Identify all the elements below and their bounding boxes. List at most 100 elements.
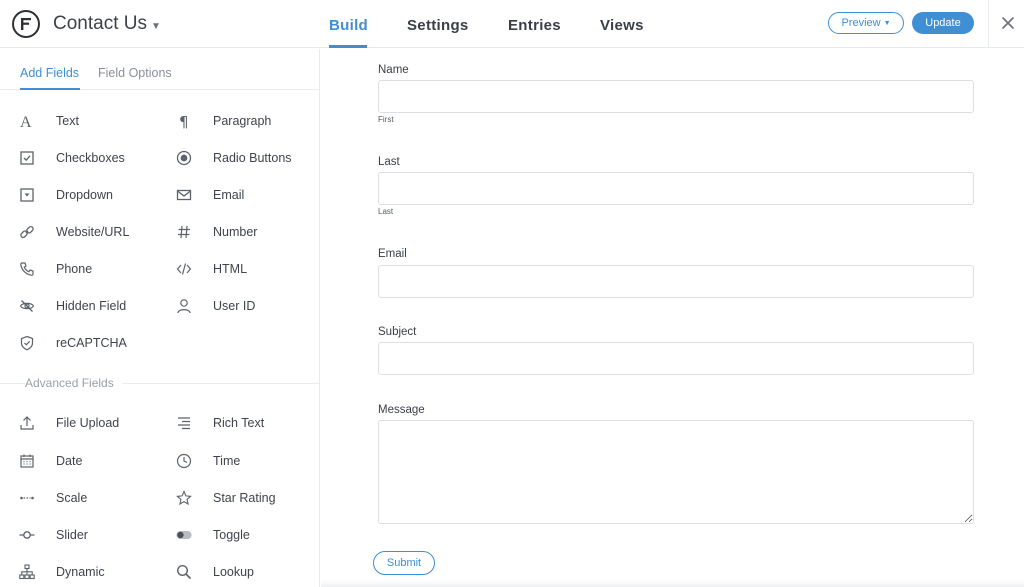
form-title-dropdown[interactable]: Contact Us ▼ [53,13,161,35]
field-paragraph[interactable]: ¶ Paragraph [157,109,271,133]
field-label: Star Rating [213,491,276,505]
phone-icon [19,261,35,277]
field-label: Website/URL [56,225,130,239]
field-label-email: Email [378,248,407,260]
field-label: Email [213,188,245,202]
message-textarea[interactable] [378,420,974,524]
field-hidden-field[interactable]: Hidden Field [0,294,126,318]
eye-slash-icon [19,298,35,314]
field-radio-buttons[interactable]: Radio Buttons [157,146,292,170]
field-label: HTML [213,262,248,276]
update-button[interactable]: Update [912,12,974,34]
field-label: Text [56,114,79,128]
field-label-last: Last [378,156,400,168]
canvas-bottom-edge [321,580,1024,587]
field-email[interactable]: Email [157,183,244,207]
field-label: Dynamic [56,565,105,579]
user-icon [176,298,192,314]
link-icon [19,224,35,240]
dropdown-icon [19,187,35,203]
field-file-upload[interactable]: File Upload [0,411,119,435]
code-icon [176,261,192,277]
field-rich-text[interactable]: Rich Text [157,411,264,435]
advanced-fields-heading: Advanced Fields [25,376,122,390]
field-checkboxes[interactable]: Checkboxes [0,146,125,170]
field-label: Date [56,454,83,468]
tab-views[interactable]: Views [600,17,644,34]
first-name-input[interactable] [378,80,974,113]
last-sublabel: Last [378,207,394,216]
preview-label: Preview [841,17,881,29]
submit-button[interactable]: Submit [373,551,435,575]
radio-icon [176,150,192,166]
paragraph-icon: ¶ [176,113,192,129]
field-label-subject: Subject [378,326,417,338]
chevron-down-icon: ▼ [150,20,161,32]
field-star-rating[interactable]: Star Rating [157,486,276,510]
slider-icon [19,527,35,543]
upload-icon [19,415,35,431]
field-label: Lookup [213,565,255,579]
field-scale[interactable]: Scale [0,486,87,510]
form-canvas: Name First Last Last Email Subject Messa… [321,49,1024,587]
field-date[interactable]: Date [0,449,82,473]
field-label: Dropdown [56,188,113,202]
field-sidebar: Add Fields Field Options A Text ¶ Paragr… [0,49,320,587]
field-user-id[interactable]: User ID [157,294,255,318]
field-label: Phone [56,262,93,276]
field-label: Time [213,454,241,468]
field-label-message: Message [378,404,425,416]
tab-settings[interactable]: Settings [407,17,469,34]
tab-build[interactable]: Build [329,17,368,34]
field-label: Number [213,225,258,239]
field-text[interactable]: A Text [0,109,79,133]
field-label: Rich Text [213,416,265,430]
field-slider[interactable]: Slider [0,523,88,547]
field-time[interactable]: Time [157,449,240,473]
shield-icon [19,335,35,351]
close-icon[interactable] [999,14,1017,32]
active-tab-indicator [329,45,367,48]
field-label: User ID [213,299,256,313]
tab-add-fields[interactable]: Add Fields [20,66,79,80]
field-website-url[interactable]: Website/URL [0,220,129,244]
field-recaptcha[interactable]: reCAPTCHA [0,331,127,355]
field-number[interactable]: Number [157,220,257,244]
tab-entries[interactable]: Entries [508,17,561,34]
field-label: Radio Buttons [213,151,292,165]
field-toggle[interactable]: Toggle [157,523,250,547]
preview-button[interactable]: Preview ▼ [828,12,904,34]
tab-field-options[interactable]: Field Options [98,66,172,80]
divider [988,0,989,48]
field-label: Scale [56,491,88,505]
subject-input[interactable] [378,342,974,375]
hash-icon [176,224,192,240]
clock-icon [176,453,192,469]
top-bar: Contact Us ▼ Build Settings Entries View… [0,0,1024,48]
envelope-icon [176,187,192,203]
checkbox-icon [19,150,35,166]
field-label: Paragraph [213,114,272,128]
email-input[interactable] [378,265,974,298]
svg-text:A: A [20,114,32,129]
text-icon: A [19,113,35,129]
field-label: Toggle [213,528,250,542]
field-label-name: Name [378,64,409,76]
field-label: reCAPTCHA [56,336,127,350]
field-lookup[interactable]: Lookup [157,560,254,584]
toggle-icon [176,527,192,543]
field-phone[interactable]: Phone [0,257,92,281]
active-tab-indicator [20,88,80,90]
field-label: Checkboxes [56,151,125,165]
last-name-input[interactable] [378,172,974,205]
formidable-logo-icon[interactable] [12,10,40,38]
chevron-down-icon: ▼ [883,19,891,27]
sitemap-icon [19,564,35,580]
field-label: Hidden Field [56,299,127,313]
field-dynamic[interactable]: Dynamic [0,560,105,584]
field-html[interactable]: HTML [157,257,247,281]
align-right-icon [176,415,192,431]
field-label: File Upload [56,416,120,430]
star-icon [176,490,192,506]
field-dropdown[interactable]: Dropdown [0,183,113,207]
